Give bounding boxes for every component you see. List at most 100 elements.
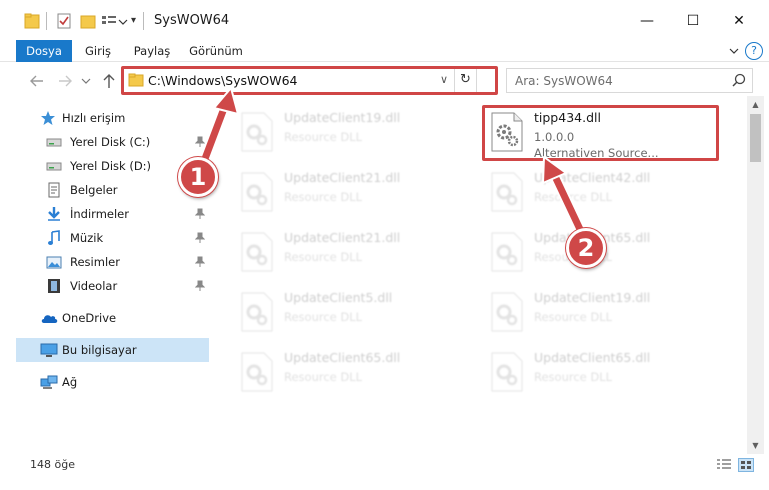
picture-icon xyxy=(46,256,62,269)
sidebar-item-label: Bu bilgisayar xyxy=(62,343,137,357)
list-item[interactable]: UpdateClient42.dll Resource DLL xyxy=(482,162,722,218)
document-icon xyxy=(48,182,60,198)
drive-icon xyxy=(46,162,62,171)
list-item[interactable]: UpdateClient65.dll Resource DLL xyxy=(482,342,722,398)
step-1-badge: 1 xyxy=(178,157,218,197)
tab-home[interactable]: Giriş xyxy=(80,40,116,62)
back-arrow-icon[interactable] xyxy=(28,72,46,90)
dll-file-icon xyxy=(241,292,273,332)
sidebar-item-label: Hızlı erişim xyxy=(62,111,126,125)
minimize-button[interactable]: — xyxy=(624,6,670,36)
dll-file-icon xyxy=(241,352,273,392)
new-folder-icon[interactable] xyxy=(80,12,96,30)
file-description: Resource DLL xyxy=(534,370,613,384)
sidebar-item-onedrive[interactable]: OneDrive xyxy=(0,306,212,330)
star-icon xyxy=(41,111,55,125)
list-item[interactable]: UpdateClient21.dll Resource DLL xyxy=(232,162,472,218)
up-arrow-icon[interactable] xyxy=(100,72,118,90)
tab-file[interactable]: Dosya xyxy=(16,40,72,62)
dll-file-icon xyxy=(491,172,523,212)
item-count: 148 öğe xyxy=(30,458,75,471)
navigation-pane: Hızlı erişim Yerel Disk (C:) Yerel Disk … xyxy=(0,100,212,454)
dll-file-icon xyxy=(241,172,273,212)
sidebar-item-label: Müzik xyxy=(70,231,104,245)
list-item[interactable]: UpdateClient21.dll Resource DLL xyxy=(232,222,472,278)
network-icon xyxy=(40,375,58,389)
list-item[interactable]: UpdateClient5.dll Resource DLL xyxy=(232,282,472,338)
sidebar-item-this-pc[interactable]: Bu bilgisayar xyxy=(16,338,209,362)
sidebar-item-local-disk-c[interactable]: Yerel Disk (C:) xyxy=(0,130,212,154)
quick-access-dropdown[interactable]: ▾ xyxy=(131,12,139,30)
file-description: Resource DLL xyxy=(284,310,363,324)
computer-icon xyxy=(40,343,58,357)
sidebar-item-music[interactable]: Müzik xyxy=(0,226,212,250)
sidebar-item-pictures[interactable]: Resimler xyxy=(0,250,212,274)
file-name: UpdateClient19.dll xyxy=(284,110,401,125)
chevron-down-icon[interactable] xyxy=(725,42,743,60)
pin-icon[interactable] xyxy=(195,208,205,220)
chevron-down-icon[interactable] xyxy=(118,12,128,30)
customize-toolbar-icon[interactable] xyxy=(101,12,117,30)
list-item[interactable]: UpdateClient65.dll Resource DLL xyxy=(232,342,472,398)
scroll-up-button[interactable]: ▲ xyxy=(747,96,764,113)
pin-icon[interactable] xyxy=(195,256,205,268)
sidebar-item-videos[interactable]: Videolar xyxy=(0,274,212,298)
file-description: Resource DLL xyxy=(284,190,363,204)
list-item[interactable]: UpdateClient19.dll Resource DLL xyxy=(482,282,722,338)
vertical-scrollbar[interactable]: ▲ ▼ xyxy=(747,96,764,454)
search-icon[interactable] xyxy=(732,73,746,87)
search-input[interactable] xyxy=(507,69,727,92)
sidebar-item-label: İndirmeler xyxy=(70,207,129,221)
step-2-badge: 2 xyxy=(566,228,606,268)
properties-icon[interactable] xyxy=(56,12,72,30)
large-icons-view-icon[interactable] xyxy=(738,458,754,472)
sidebar-item-network[interactable]: Ağ xyxy=(0,370,212,394)
file-name: UpdateClient65.dll xyxy=(284,350,401,365)
ribbon: Dosya Giriş Paylaş Görünüm ? xyxy=(0,40,769,62)
file-name: UpdateClient65.dll xyxy=(534,350,651,365)
pin-icon[interactable] xyxy=(195,232,205,244)
tab-share[interactable]: Paylaş xyxy=(130,40,174,62)
sidebar-item-downloads[interactable]: İndirmeler xyxy=(0,202,212,226)
file-name: UpdateClient42.dll xyxy=(534,170,651,185)
dll-file-icon xyxy=(491,232,523,272)
details-view-icon[interactable] xyxy=(716,458,732,472)
maximize-button[interactable]: ☐ xyxy=(670,6,716,36)
search-box[interactable] xyxy=(506,68,753,93)
sidebar-item-label: Belgeler xyxy=(70,183,118,197)
title-bar: ▾ SysWOW64 — ☐ ✕ xyxy=(0,0,769,40)
pin-icon[interactable] xyxy=(195,136,205,148)
file-description: Resource DLL xyxy=(534,190,613,204)
music-icon xyxy=(48,230,60,245)
scroll-down-button[interactable]: ▼ xyxy=(747,437,764,454)
file-description: Resource DLL xyxy=(534,310,613,324)
dll-file-icon xyxy=(491,292,523,332)
forward-arrow-icon[interactable] xyxy=(56,72,74,90)
video-icon xyxy=(48,279,60,293)
dll-file-icon xyxy=(491,352,523,392)
sidebar-item-quick-access[interactable]: Hızlı erişim xyxy=(0,106,212,130)
window-title: SysWOW64 xyxy=(154,13,230,28)
file-highlight xyxy=(482,105,719,161)
drive-icon xyxy=(46,138,62,147)
title-separator xyxy=(143,12,144,30)
help-button[interactable]: ? xyxy=(745,42,763,60)
file-name: UpdateClient21.dll xyxy=(284,230,401,245)
dll-file-icon xyxy=(241,112,273,152)
cloud-icon xyxy=(41,315,58,323)
file-name: UpdateClient21.dll xyxy=(284,170,401,185)
sidebar-item-label: Videolar xyxy=(70,279,118,293)
pin-icon[interactable] xyxy=(195,280,205,292)
sidebar-item-label: Ağ xyxy=(62,375,78,389)
close-button[interactable]: ✕ xyxy=(716,6,762,36)
file-description: Resource DLL xyxy=(284,370,363,384)
list-item[interactable]: UpdateClient19.dll Resource DLL xyxy=(232,102,472,158)
tab-view[interactable]: Görünüm xyxy=(188,40,244,62)
sidebar-item-label: OneDrive xyxy=(62,311,117,325)
dll-file-icon xyxy=(241,232,273,272)
scroll-thumb[interactable] xyxy=(750,114,761,162)
recent-locations-icon[interactable] xyxy=(80,72,92,90)
sidebar-item-label: Resimler xyxy=(70,255,120,269)
file-description: Resource DLL xyxy=(284,130,363,144)
download-icon xyxy=(48,207,60,221)
